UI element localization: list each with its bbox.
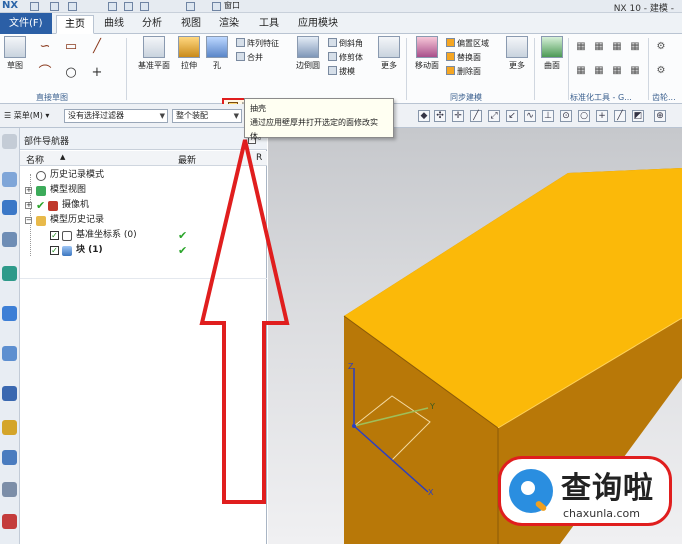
watermark-logo: 查询啦 chaxunla.com (498, 456, 672, 526)
tooltip-description: 通过应用壁厚并打开选定的面修改实体。 (250, 118, 378, 141)
search-logo-icon (509, 469, 553, 513)
shell-tooltip: 抽壳 通过应用壁厚并打开选定的面修改实体。 (244, 98, 394, 141)
tooltip-title: 抽壳 (250, 104, 266, 113)
watermark-url: chaxunla.com (563, 507, 640, 520)
watermark-text: 查询啦 (561, 471, 654, 506)
